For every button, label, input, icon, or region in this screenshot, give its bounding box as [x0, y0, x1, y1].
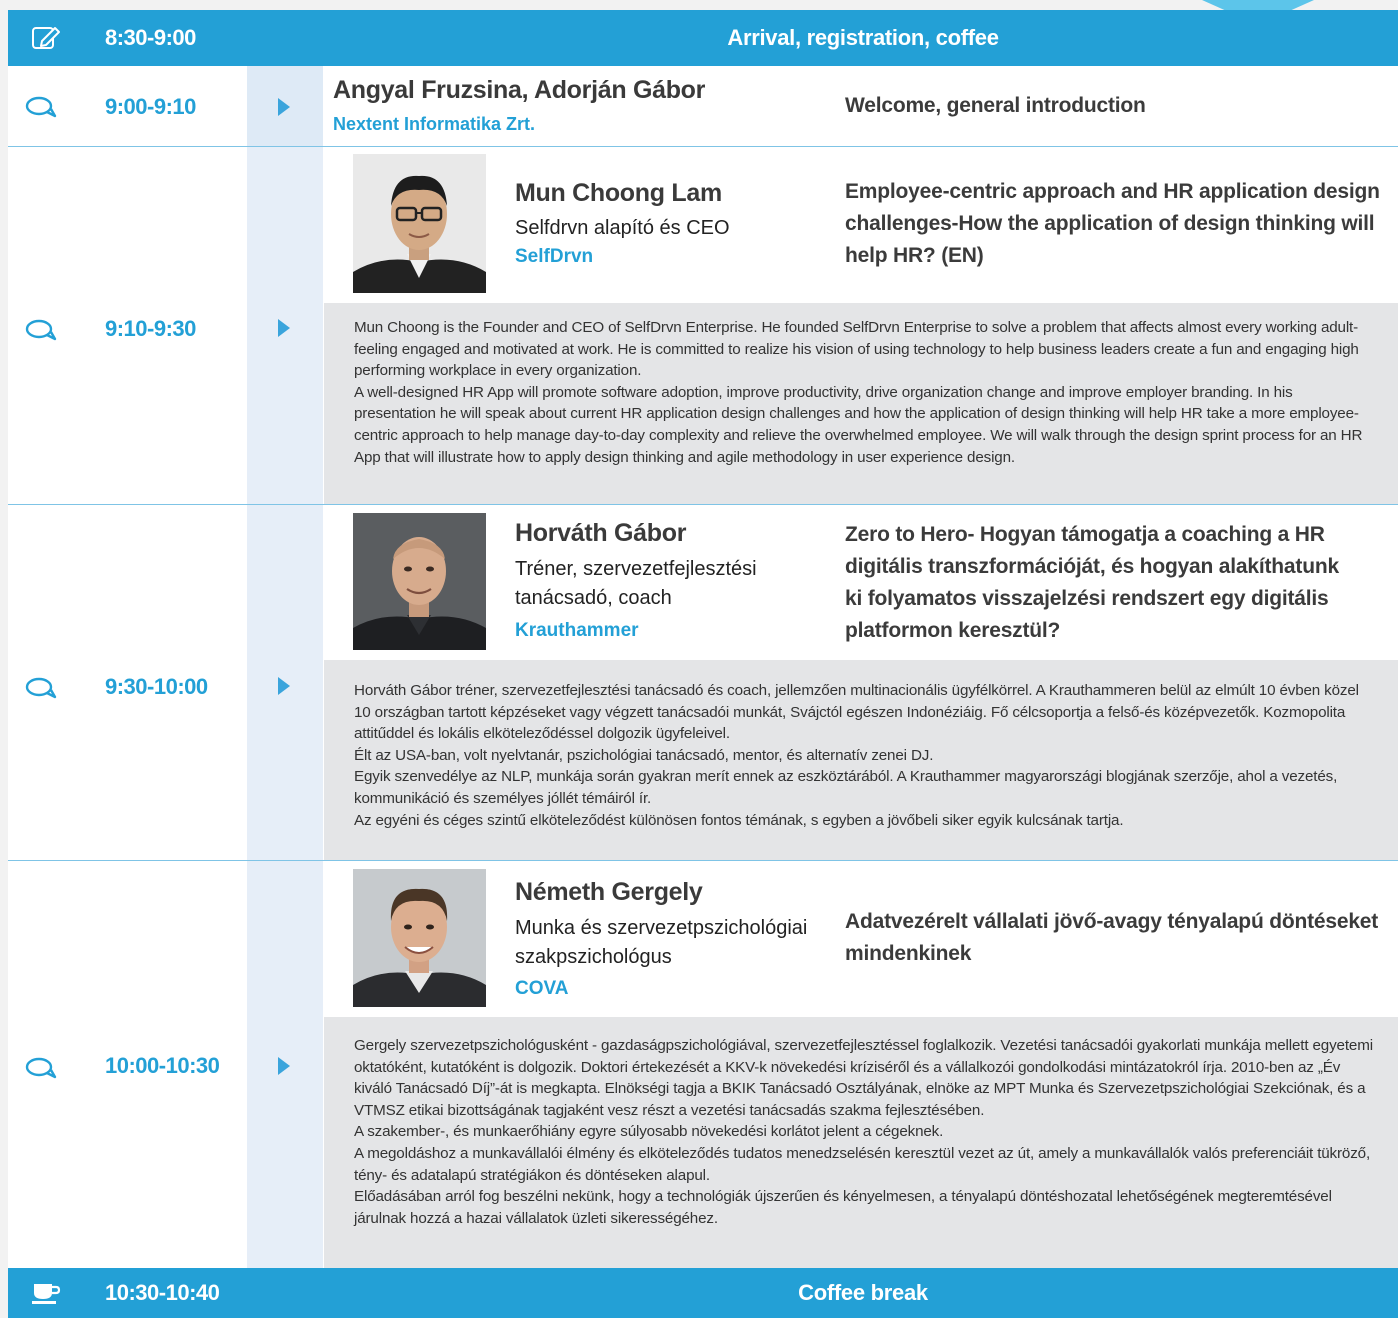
agenda-row-session-1: 9:10-9:30 Mun Choong Lam Selfdrvn alapít…: [8, 147, 1398, 504]
session-time: 9:30-10:00: [105, 674, 208, 699]
agenda-row-session-3: 10:00-10:30 Németh Gergely Munka és szer…: [8, 861, 1398, 1268]
speaker-org: Nextent Informatika Zrt.: [333, 114, 536, 134]
speaker-org: COVA: [515, 978, 569, 999]
chat-icon: [25, 319, 57, 341]
speaker-org: Krauthammer: [515, 620, 639, 641]
speaker-name: Mun Choong Lam: [515, 179, 722, 207]
bio-paragraph: Mun Choong is the Founder and CEO of Sel…: [354, 319, 1359, 380]
edit-icon: [32, 27, 60, 49]
speaker-role: Tréner, szervezetfejlesztési tanácsadó, …: [515, 558, 757, 609]
speaker-names: Angyal Fruzsina, Adorján Gábor: [333, 76, 706, 104]
agenda-row-session-2: 9:30-10:00 Horváth Gábor Tréner, szervez…: [8, 505, 1398, 860]
speaker-photo: [353, 869, 486, 1007]
bio-paragraph: Gergely szervezetpszichológusként - gazd…: [354, 1037, 1373, 1119]
speaker-photo: [353, 154, 486, 293]
speaker-name: Horváth Gábor: [515, 519, 687, 547]
talk-title: Welcome, general introduction: [845, 94, 1146, 117]
bio-paragraph: A megoldáshoz a munkavállalói élmény és …: [354, 1144, 1371, 1184]
speaker-bio: Gergely szervezetpszichológusként - gazd…: [324, 1017, 1398, 1268]
coffee-cup-icon: [32, 1284, 61, 1304]
talk-title: Adatvezérelt vállalati jövő-avagy tényal…: [845, 910, 1379, 965]
top-strip: [0, 0, 1398, 10]
bio-paragraph: Élt az USA-ban, volt nyelvtanár, pszicho…: [354, 746, 934, 764]
speaker-name: Németh Gergely: [515, 878, 703, 906]
bio-paragraph: A well-designed HR App will promote soft…: [354, 383, 1363, 466]
talk-title: Zero to Hero- Hogyan támogatja a coachin…: [845, 523, 1339, 642]
coffee-time: 10:30-10:40: [105, 1280, 220, 1305]
session-time: 9:00-9:10: [105, 94, 196, 119]
expand-arrow-icon[interactable]: [278, 677, 290, 695]
bio-paragraph: Horváth Gábor tréner, szervezetfejleszté…: [354, 682, 1359, 743]
bio-paragraph: A szakember-, és munkaerőhiány egyre súl…: [354, 1123, 944, 1141]
registration-title: Arrival, registration, coffee: [727, 25, 999, 50]
agenda-row-welcome: 9:00-9:10 Angyal Fruzsina, Adorján Gábor…: [8, 66, 1398, 146]
talk-title: Employee-centric approach and HR applica…: [845, 180, 1380, 267]
chat-icon: [25, 96, 57, 118]
registration-bar: 8:30-9:00 Arrival, registration, coffee: [8, 10, 1398, 66]
speaker-role: Munka és szervezetpszichológiai szakpszi…: [515, 917, 808, 968]
bio-paragraph: Az egyéni és céges szintű elköteleződést…: [354, 811, 1124, 829]
registration-time: 8:30-9:00: [105, 25, 196, 50]
bio-paragraph: Előadásában arról fog beszélni nekünk, h…: [354, 1188, 1332, 1227]
expand-arrow-icon[interactable]: [278, 98, 290, 116]
chat-icon: [25, 1057, 57, 1079]
speaker-org: SelfDrvn: [515, 246, 594, 267]
expand-arrow-icon[interactable]: [278, 319, 290, 337]
speaker-role: Selfdrvn alapító és CEO: [515, 217, 730, 239]
chat-icon: [25, 677, 57, 699]
expand-arrow-icon[interactable]: [278, 1057, 290, 1075]
speaker-bio: Horváth Gábor tréner, szervezetfejleszté…: [324, 660, 1398, 860]
speaker-bio: Mun Choong is the Founder and CEO of Sel…: [324, 303, 1398, 504]
speaker-photo: [353, 513, 486, 650]
coffee-break-bar: 10:30-10:40 Coffee break: [8, 1268, 1398, 1318]
session-time: 9:10-9:30: [105, 316, 196, 341]
session-time: 10:00-10:30: [105, 1053, 220, 1078]
bio-paragraph: Egyik szenvedélye az NLP, munkája során …: [354, 768, 1338, 807]
coffee-title: Coffee break: [798, 1280, 928, 1305]
